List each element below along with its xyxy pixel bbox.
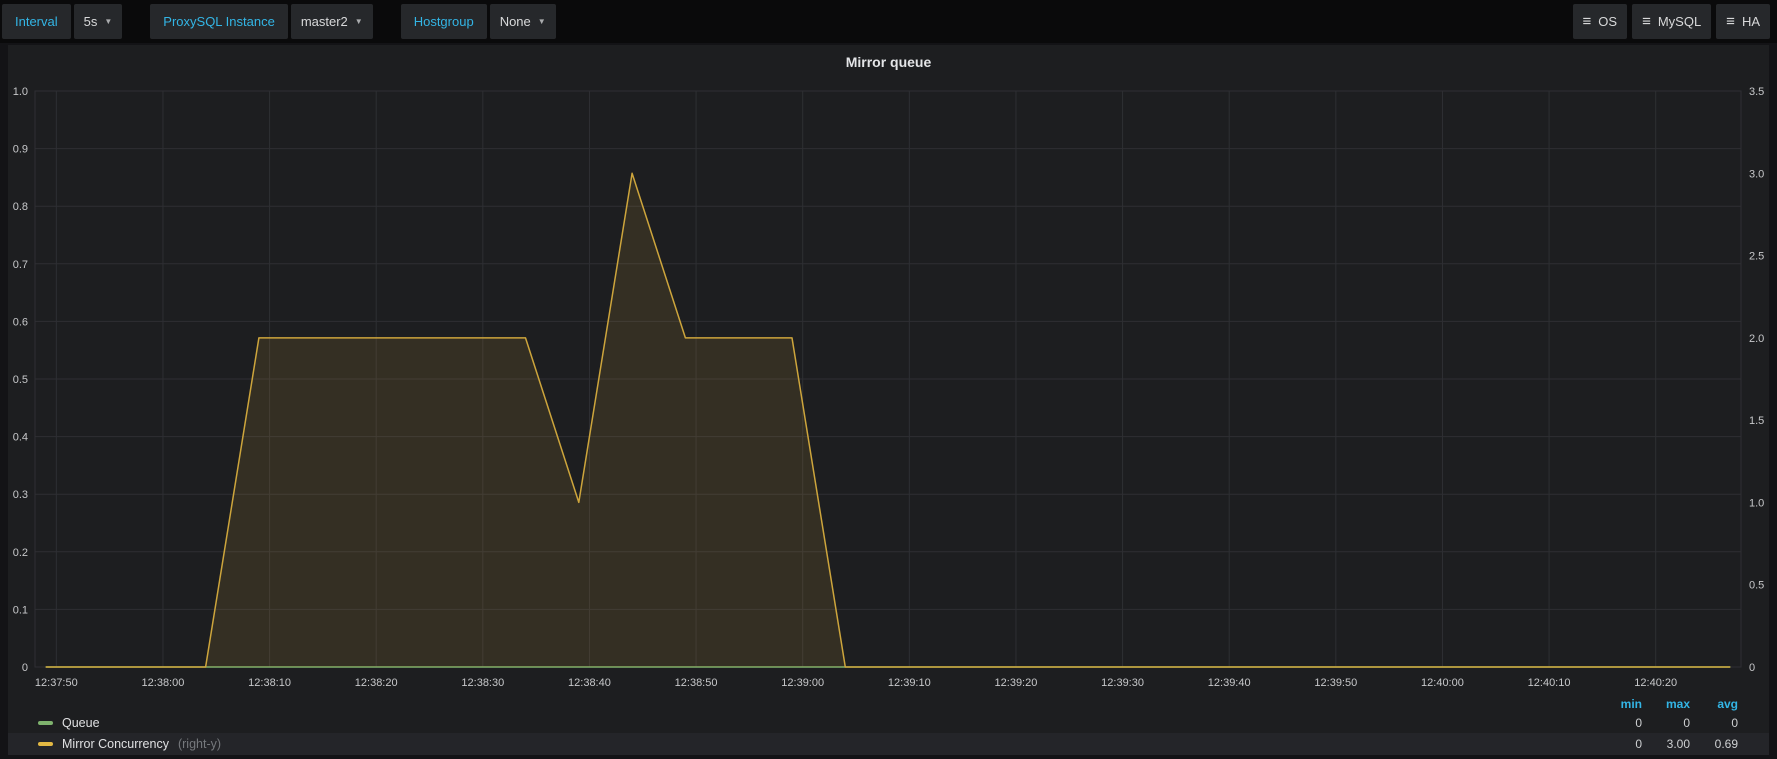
- legend-max-header[interactable]: max: [1642, 697, 1690, 711]
- x-axis-tick-label: 12:39:40: [1208, 677, 1251, 689]
- y-left-tick-label: 0.7: [13, 259, 28, 271]
- x-axis-tick-label: 12:38:30: [461, 677, 504, 689]
- mirror-concurrency-series-label: Mirror Concurrency: [62, 737, 169, 751]
- y-left-tick-label: 0.6: [13, 316, 28, 328]
- x-axis-tick-label: 12:40:10: [1528, 677, 1571, 689]
- legend-row-mirror-concurrency: Mirror Concurrency (right-y) 0 3.00 0.69: [8, 733, 1769, 755]
- legend-row-queue: Queue 0 0 0: [8, 713, 1769, 733]
- dashboard-nav-group: ≡ OS ≡ MySQL ≡ HA: [1573, 4, 1771, 39]
- queue-series-label: Queue: [62, 716, 100, 730]
- x-axis-tick-label: 12:39:10: [888, 677, 931, 689]
- nav-os-button[interactable]: ≡ OS: [1573, 4, 1628, 39]
- y-right-tick-label: 0: [1749, 662, 1755, 674]
- legend-stats-header: min max avg: [8, 695, 1769, 713]
- mirror-queue-panel: Mirror queue 12:37:5012:38:0012:38:1012:…: [8, 45, 1769, 755]
- y-left-tick-label: 0.4: [13, 432, 28, 444]
- legend-series-mirror-concurrency[interactable]: Mirror Concurrency (right-y): [38, 737, 1594, 751]
- nav-mysql-button[interactable]: ≡ MySQL: [1632, 4, 1711, 39]
- y-left-tick-label: 0: [22, 662, 28, 674]
- x-axis-tick-label: 12:39:20: [995, 677, 1038, 689]
- caret-down-icon: ▼: [355, 18, 363, 26]
- x-axis-tick-label: 12:39:00: [781, 677, 824, 689]
- y-right-tick-label: 2.0: [1749, 333, 1764, 345]
- legend-avg-header[interactable]: avg: [1690, 697, 1738, 711]
- proxysql-instance-label: ProxySQL Instance: [150, 4, 288, 39]
- nav-mysql-label: MySQL: [1658, 14, 1701, 29]
- x-axis-tick-label: 12:40:20: [1634, 677, 1677, 689]
- queue-min-value: 0: [1594, 716, 1642, 730]
- proxysql-instance-value: master2: [301, 14, 348, 29]
- proxysql-instance-filter-group: ProxySQL Instance master2 ▼: [150, 4, 372, 39]
- interval-label: Interval: [2, 4, 71, 39]
- interval-filter-group: Interval 5s ▼: [2, 4, 122, 39]
- top-toolbar: Interval 5s ▼ ProxySQL Instance master2 …: [0, 0, 1777, 43]
- series-area-mirror-concurrency: [46, 173, 1731, 667]
- menu-icon: ≡: [1726, 14, 1735, 29]
- caret-down-icon: ▼: [104, 18, 112, 26]
- menu-icon: ≡: [1642, 14, 1651, 29]
- hostgroup-value: None: [500, 14, 531, 29]
- y-left-tick-label: 0.3: [13, 489, 28, 501]
- nav-ha-button[interactable]: ≡ HA: [1716, 4, 1770, 39]
- queue-max-value: 0: [1642, 716, 1690, 730]
- nav-ha-label: HA: [1742, 14, 1760, 29]
- x-axis-tick-label: 12:38:50: [675, 677, 718, 689]
- y-right-tick-label: 0.5: [1749, 580, 1764, 592]
- legend: min max avg Queue 0 0 0 Mirror Concurren…: [8, 695, 1769, 755]
- x-axis-tick-label: 12:38:40: [568, 677, 611, 689]
- hostgroup-dropdown[interactable]: None ▼: [490, 4, 556, 39]
- caret-down-icon: ▼: [538, 18, 546, 26]
- y-right-tick-label: 2.5: [1749, 251, 1764, 263]
- hostgroup-filter-group: Hostgroup None ▼: [401, 4, 556, 39]
- y-right-tick-label: 1.0: [1749, 497, 1764, 509]
- y-left-tick-label: 0.8: [13, 201, 28, 213]
- x-axis-tick-label: 12:40:00: [1421, 677, 1464, 689]
- x-axis-tick-label: 12:38:20: [355, 677, 398, 689]
- y-left-tick-label: 0.1: [13, 604, 28, 616]
- y-left-tick-label: 0.5: [13, 374, 28, 386]
- legend-series-queue[interactable]: Queue: [38, 716, 1594, 730]
- y-left-tick-label: 0.2: [13, 547, 28, 559]
- y-right-tick-label: 3.0: [1749, 168, 1764, 180]
- x-axis-tick-label: 12:37:50: [35, 677, 78, 689]
- x-axis-tick-label: 12:39:50: [1314, 677, 1357, 689]
- x-axis-tick-label: 12:38:00: [142, 677, 185, 689]
- mirror-concurrency-color-dash-icon: [38, 742, 53, 746]
- queue-avg-value: 0: [1690, 716, 1738, 730]
- nav-os-label: OS: [1598, 14, 1617, 29]
- mirror-concurrency-avg-value: 0.69: [1690, 737, 1738, 751]
- proxysql-instance-dropdown[interactable]: master2 ▼: [291, 4, 373, 39]
- menu-icon: ≡: [1583, 14, 1592, 29]
- right-axis-note: (right-y): [178, 737, 221, 751]
- y-right-tick-label: 1.5: [1749, 415, 1764, 427]
- y-left-tick-label: 1.0: [13, 86, 28, 98]
- interval-dropdown[interactable]: 5s ▼: [74, 4, 123, 39]
- mirror-concurrency-min-value: 0: [1594, 737, 1642, 751]
- queue-color-dash-icon: [38, 721, 53, 725]
- mirror-concurrency-max-value: 3.00: [1642, 737, 1690, 751]
- y-left-tick-label: 0.9: [13, 144, 28, 156]
- chart-plot-area[interactable]: 12:37:50 12:38:00 12:38:10 12:38:20 12:38:30…: [8, 45, 1769, 755]
- x-axis-tick-label: 12:39:30: [1101, 677, 1144, 689]
- x-axis-tick-label: 12:38:10: [248, 677, 291, 689]
- legend-min-header[interactable]: min: [1594, 697, 1642, 711]
- series-lines: [46, 173, 1731, 667]
- interval-value: 5s: [84, 14, 98, 29]
- y-right-tick-label: 3.5: [1749, 86, 1764, 98]
- hostgroup-label: Hostgroup: [401, 4, 487, 39]
